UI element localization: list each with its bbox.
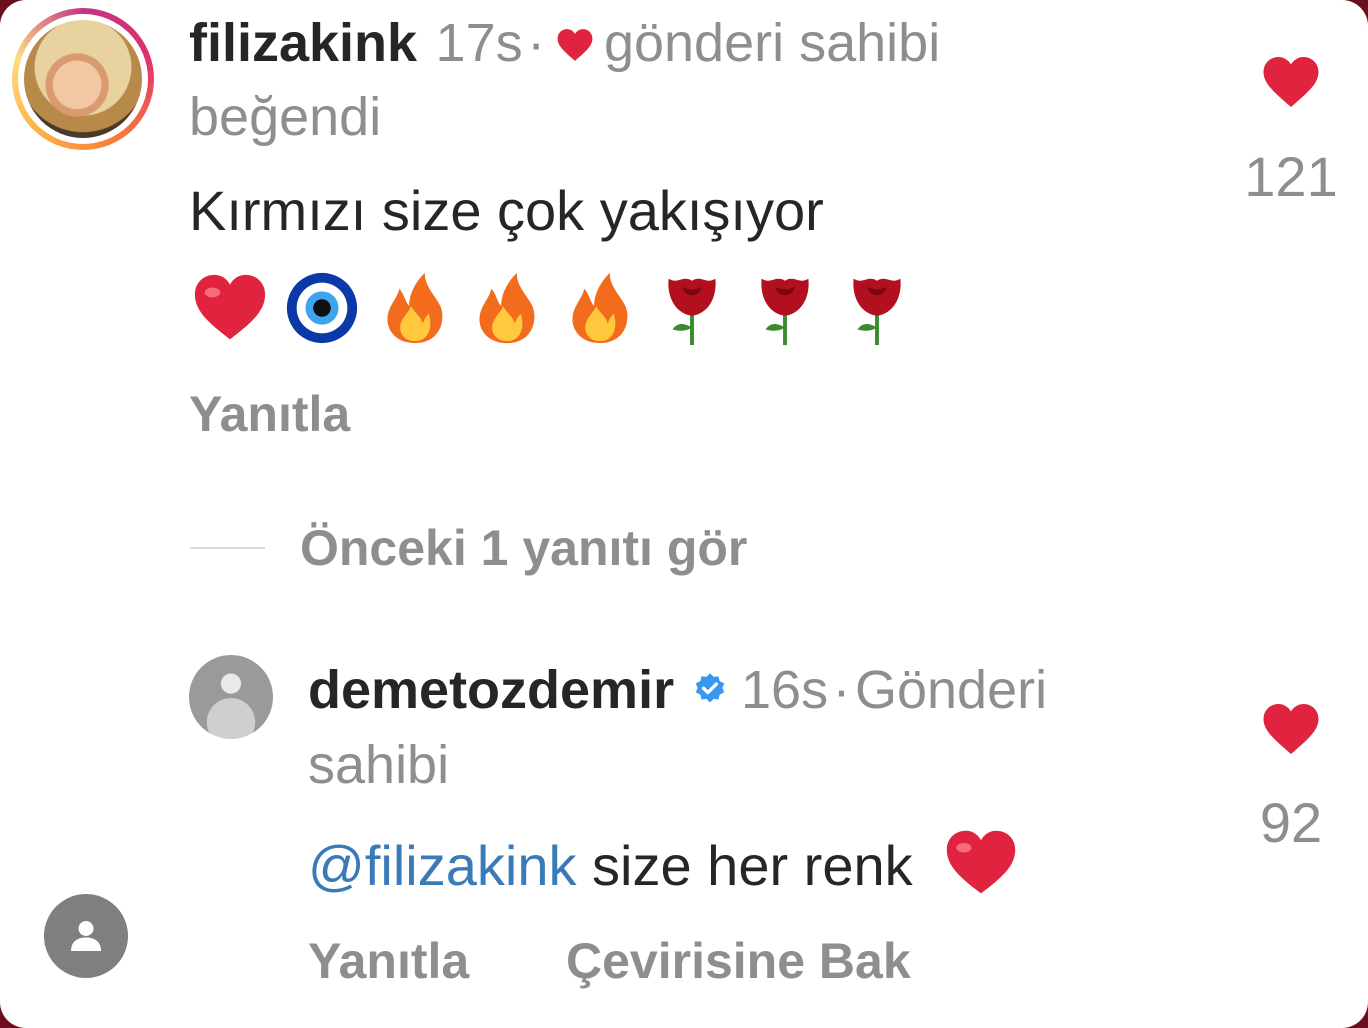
- like-heart-icon[interactable]: [1261, 54, 1321, 110]
- meta-separator: ·: [832, 660, 851, 720]
- fire-icon: [387, 272, 443, 344]
- rose-icon: [853, 278, 901, 346]
- fire-icon: [479, 272, 535, 344]
- meta-separator: ·: [527, 13, 546, 73]
- commenter-avatar[interactable]: [12, 8, 154, 150]
- owner-liked-heart-icon: [557, 29, 592, 61]
- verified-badge-icon: [695, 673, 724, 703]
- comment-header: filizakink 17s · gönderi sahibi: [189, 12, 940, 74]
- reply-text-line: @filizakink size her renk: [308, 825, 1020, 897]
- reply-button[interactable]: Yanıtla: [189, 384, 350, 444]
- post-owner-label: Gönderi: [854, 660, 1048, 720]
- comment-emojis: [191, 268, 926, 348]
- thread-line: [190, 547, 265, 549]
- like-heart-icon[interactable]: [1261, 701, 1321, 757]
- owner-liked-label-2: beğendi: [189, 87, 382, 147]
- person-icon: [71, 921, 101, 951]
- mention-link[interactable]: @filizakink: [308, 834, 576, 897]
- see-translation-button[interactable]: Çevirisine Bak: [566, 930, 911, 992]
- profile-button[interactable]: [44, 894, 128, 978]
- commenter-username[interactable]: filizakink: [189, 13, 417, 73]
- owner-liked-label: gönderi sahibi: [603, 13, 941, 73]
- nazar-amulet-icon: [287, 272, 358, 344]
- like-count: 121: [1244, 145, 1338, 208]
- replier-avatar[interactable]: [189, 655, 273, 739]
- view-previous-replies[interactable]: Önceki 1 yanıtı gör: [300, 517, 747, 579]
- like-count: 92: [1259, 791, 1323, 854]
- rose-icon: [668, 278, 716, 346]
- reply-time: 16s: [741, 660, 829, 720]
- red-heart-icon: [946, 830, 1016, 894]
- post-owner-label-2: sahibi: [308, 735, 450, 795]
- comment-text: Kırmızı size çok yakışıyor: [189, 179, 824, 242]
- reply-button[interactable]: Yanıtla: [308, 930, 469, 992]
- reply-text: size her renk: [592, 834, 913, 897]
- rose-icon: [761, 278, 809, 346]
- comment-panel: filizakink 17s · gönderi sahibi beğendi …: [0, 0, 1368, 1028]
- fire-icon: [572, 272, 628, 344]
- red-heart-icon: [194, 274, 266, 340]
- reply-header: demetozdemir 16s · Gönderi: [308, 658, 1047, 722]
- replier-username[interactable]: demetozdemir: [308, 660, 674, 720]
- comment-time: 17s: [435, 13, 523, 73]
